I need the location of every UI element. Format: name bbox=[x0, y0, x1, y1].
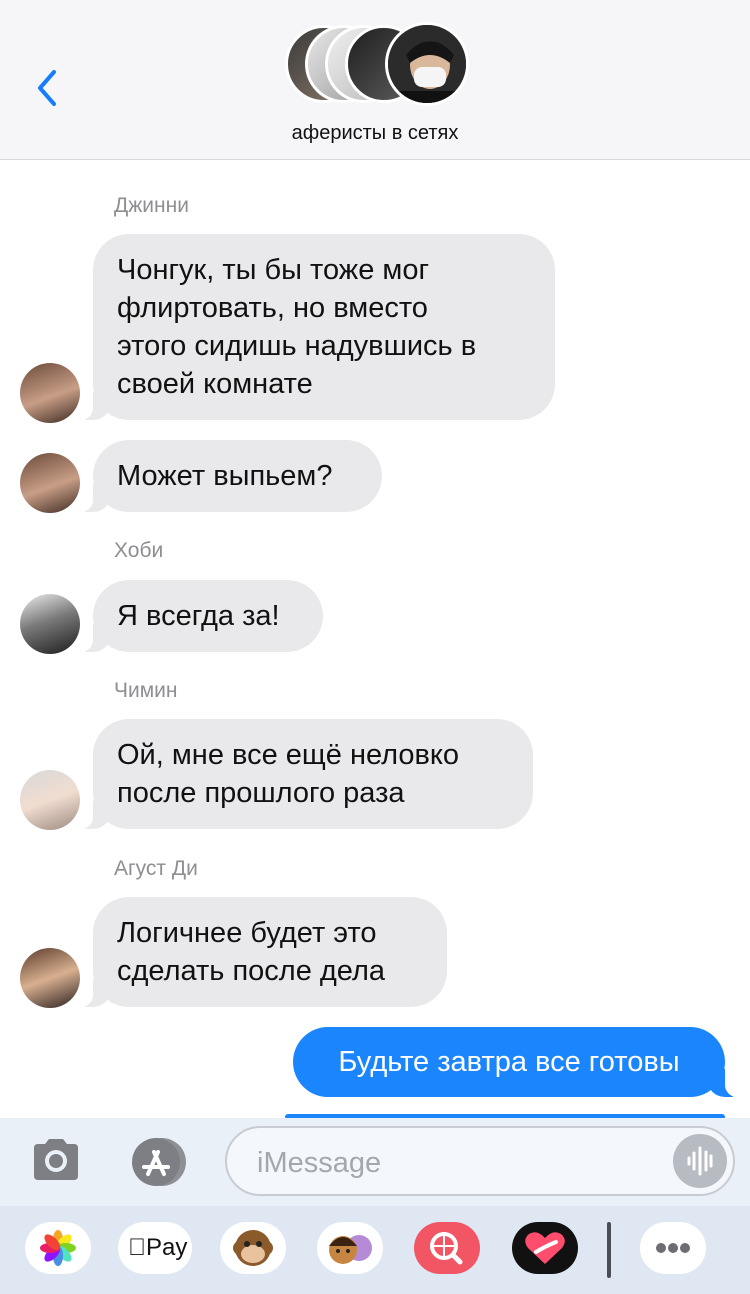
message-bubble[interactable]: Чонгук, ты бы тоже мог флиртовать, но вм… bbox=[75, 234, 555, 420]
app-drawer: Pay bbox=[0, 1206, 750, 1294]
animoji-app-button[interactable] bbox=[220, 1222, 286, 1274]
sender-name: Джинни bbox=[114, 194, 189, 217]
group-name[interactable]: аферисты в сетях bbox=[0, 122, 750, 145]
outgoing-message-bubble[interactable]: Будьте завтра все готовы bbox=[293, 1027, 743, 1097]
camera-icon bbox=[34, 1139, 78, 1180]
back-button[interactable] bbox=[30, 66, 70, 110]
camera-button[interactable] bbox=[30, 1136, 82, 1189]
avatar-jin[interactable] bbox=[20, 453, 80, 513]
avatar-agust-d[interactable] bbox=[20, 948, 80, 1008]
sender-name: Хоби bbox=[114, 539, 164, 562]
message-input[interactable] bbox=[255, 1140, 659, 1186]
apple-pay-icon: Pay bbox=[128, 1234, 187, 1262]
avatar-jimin[interactable] bbox=[20, 770, 80, 830]
sender-name: Чимин bbox=[114, 679, 178, 702]
apple-logo-icon:  bbox=[128, 1234, 146, 1261]
digital-touch-app-button[interactable] bbox=[512, 1222, 578, 1274]
more-apps-button[interactable] bbox=[640, 1222, 706, 1274]
sender-name: Агуст Ди bbox=[114, 857, 198, 880]
avatar-jin[interactable] bbox=[20, 363, 80, 423]
image-search-app-button[interactable] bbox=[414, 1222, 480, 1274]
apple-pay-app-button[interactable]: Pay bbox=[118, 1222, 192, 1274]
group-member-avatar bbox=[385, 22, 469, 106]
photos-icon bbox=[40, 1230, 76, 1266]
message-input-field[interactable] bbox=[225, 1126, 735, 1196]
app-store-icon bbox=[132, 1138, 186, 1186]
digital-touch-icon bbox=[525, 1232, 565, 1264]
group-avatar-stack[interactable] bbox=[285, 22, 470, 109]
message-bubble[interactable]: Может выпьем? bbox=[75, 440, 382, 512]
memoji-icon bbox=[329, 1235, 372, 1264]
chevron-left-icon bbox=[38, 70, 56, 106]
photos-app-button[interactable] bbox=[25, 1222, 91, 1274]
message-bubble[interactable]: Логичнее будет это сделать после дела bbox=[75, 897, 447, 1007]
more-icon bbox=[656, 1243, 690, 1253]
audio-message-button[interactable] bbox=[673, 1134, 727, 1188]
memoji-app-button[interactable] bbox=[317, 1222, 383, 1274]
apple-pay-label: Pay bbox=[128, 1234, 187, 1261]
app-store-button[interactable] bbox=[126, 1136, 192, 1193]
message-bubble[interactable]: Я всегда за! bbox=[75, 580, 323, 652]
conversation-header: аферисты в сетях bbox=[0, 0, 750, 160]
animoji-monkey-icon bbox=[233, 1230, 273, 1266]
compose-bar bbox=[0, 1118, 750, 1206]
avatar-hobi[interactable] bbox=[20, 594, 80, 654]
message-bubble[interactable]: Ой, мне все ещё неловко после прошлого р… bbox=[75, 719, 533, 829]
tray-divider bbox=[607, 1222, 611, 1278]
waveform-icon bbox=[687, 1146, 713, 1176]
image-search-icon bbox=[430, 1232, 463, 1265]
